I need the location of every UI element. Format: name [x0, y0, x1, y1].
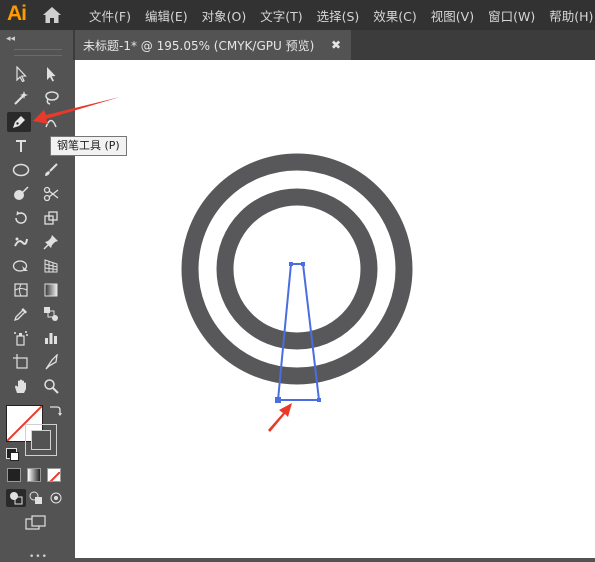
menu-object[interactable]: 对象(O) [195, 6, 254, 25]
scale-tool-icon[interactable] [39, 208, 63, 228]
anchor-point[interactable] [289, 262, 293, 266]
menu-type[interactable]: 文字(T) [253, 6, 309, 25]
puppet-warp-tool-icon[interactable] [9, 232, 33, 252]
eyedropper-tool-icon[interactable] [9, 304, 33, 324]
menu-window[interactable]: 窗口(W) [481, 6, 542, 25]
column-graph-tool-icon[interactable] [39, 328, 63, 348]
type-tool-icon[interactable] [9, 136, 33, 156]
menu-file[interactable]: 文件(F) [82, 6, 138, 25]
home-icon[interactable] [42, 5, 62, 25]
inner-ring[interactable] [216, 188, 378, 350]
artboard-tool-icon[interactable] [9, 352, 33, 372]
magic-wand-tool-icon[interactable] [9, 88, 33, 108]
perspective-grid-tool-icon[interactable] [39, 256, 63, 276]
menu-select[interactable]: 选择(S) [310, 6, 367, 25]
scissors-tool-icon[interactable] [39, 184, 63, 204]
rotate-tool-icon[interactable] [9, 208, 33, 228]
none-mode-icon[interactable] [47, 468, 61, 482]
hand-tool-icon[interactable] [9, 376, 33, 396]
symbol-sprayer-tool-icon[interactable] [9, 328, 33, 348]
artwork [181, 153, 413, 403]
zoom-tool-icon[interactable] [39, 376, 63, 396]
screen-mode-icon[interactable] [24, 513, 48, 533]
collapse-panel-icon[interactable]: ◂◂ [6, 34, 15, 44]
pen-tool-tooltip: 钢笔工具 (P) [50, 136, 127, 156]
menu-effect[interactable]: 效果(C) [366, 6, 423, 25]
artboard-canvas[interactable] [75, 60, 595, 558]
shape-builder-tool-icon[interactable] [9, 256, 33, 276]
shaper-tool-icon[interactable] [9, 184, 33, 204]
menu-bar: Ai 文件(F) 编辑(E) 对象(O) 文字(T) 选择(S) 效果(C) 视… [0, 0, 595, 30]
lasso-tool-icon[interactable] [39, 88, 63, 108]
document-tab-title: 未标题-1* @ 195.05% (CMYK/GPU 预览) [83, 38, 315, 53]
main-menu: 文件(F) 编辑(E) 对象(O) 文字(T) 选择(S) 效果(C) 视图(V… [82, 0, 595, 30]
panel-grip[interactable] [14, 49, 62, 56]
tools-panel: ◂◂ ••• [0, 30, 73, 562]
selection-tool-icon[interactable] [9, 64, 33, 84]
pin-icon[interactable] [39, 232, 63, 252]
draw-behind-icon[interactable] [26, 489, 46, 507]
gradient-tool-icon[interactable] [39, 280, 63, 300]
paintbrush-tool-icon[interactable] [39, 160, 63, 180]
curvature-tool-icon[interactable] [39, 112, 63, 132]
color-mode-icon[interactable] [7, 468, 21, 482]
anchor-point[interactable] [317, 398, 321, 402]
anchor-point[interactable] [301, 262, 305, 266]
blend-tool-icon[interactable] [39, 304, 63, 324]
default-colors-icon[interactable] [6, 448, 19, 461]
more-tools-icon[interactable]: ••• [29, 552, 48, 562]
pen-tool-icon[interactable] [7, 112, 31, 132]
draw-normal-icon[interactable] [6, 489, 26, 507]
app-logo: Ai [7, 2, 27, 25]
mesh-tool-icon[interactable] [9, 280, 33, 300]
menu-help[interactable]: 帮助(H) [542, 6, 595, 25]
swap-fill-stroke-icon[interactable] [48, 404, 62, 418]
draw-inside-icon[interactable] [46, 489, 66, 507]
gradient-mode-icon[interactable] [27, 468, 41, 482]
stroke-swatch[interactable] [25, 424, 57, 456]
direct-selection-tool-icon[interactable] [39, 64, 63, 84]
slice-tool-icon[interactable] [39, 352, 63, 372]
selected-anchor-point[interactable] [275, 397, 281, 403]
document-tab[interactable]: 未标题-1* @ 195.05% (CMYK/GPU 预览) [75, 30, 351, 60]
close-tab-icon[interactable]: ✖ [331, 38, 341, 52]
ellipse-tool-icon[interactable] [9, 160, 33, 180]
menu-edit[interactable]: 编辑(E) [138, 6, 195, 25]
menu-view[interactable]: 视图(V) [424, 6, 481, 25]
